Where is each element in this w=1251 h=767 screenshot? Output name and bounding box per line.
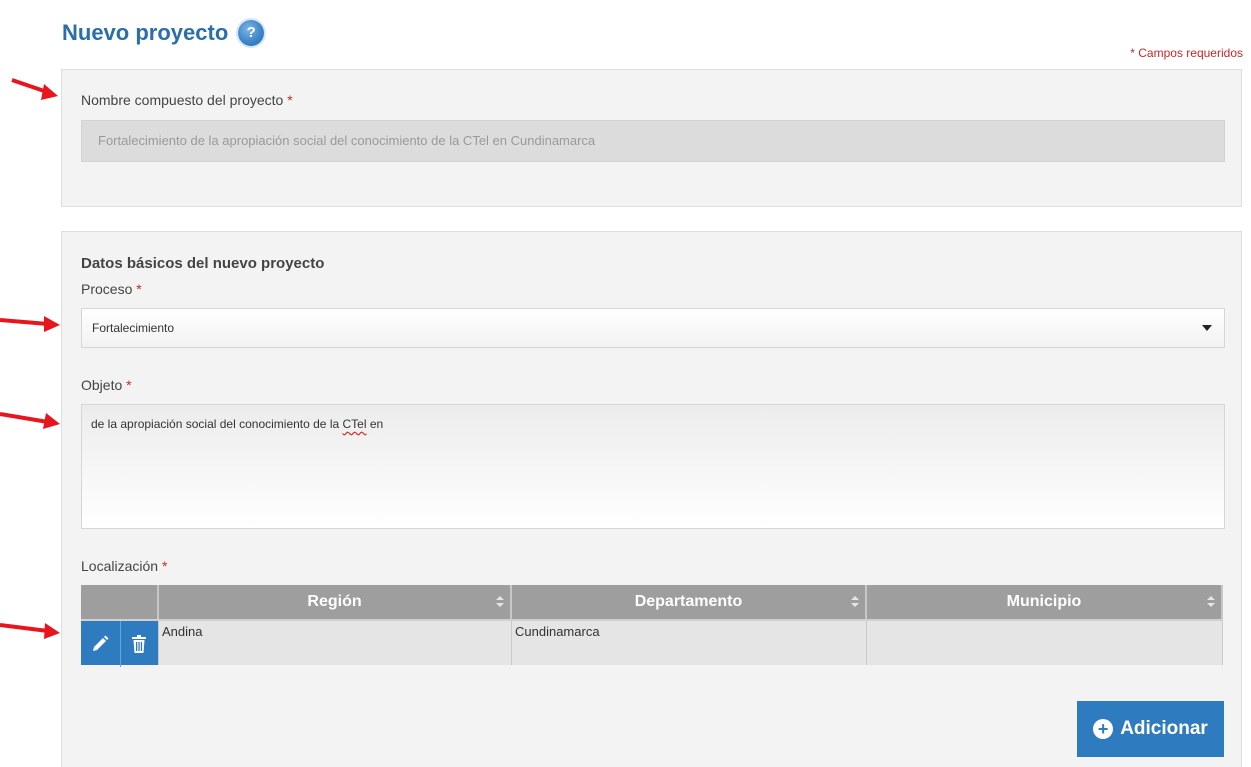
sort-icon[interactable]	[496, 596, 504, 608]
add-location-button[interactable]: + Adicionar	[1077, 701, 1224, 757]
proceso-selected-value: Fortalecimiento	[92, 321, 175, 335]
objeto-text-misspelled: CTel	[342, 417, 367, 431]
column-header-label: Departamento	[634, 593, 743, 610]
column-header-label: Región	[307, 593, 362, 610]
required-mark: *	[136, 281, 142, 297]
column-header-region[interactable]: Región	[159, 585, 512, 619]
table-row: Andina Cundinamarca	[81, 619, 1223, 667]
annotation-arrow-icon	[0, 618, 62, 639]
localizacion-grid: Región Departamento Municipio Andina Cun…	[81, 585, 1223, 667]
column-header-label: Municipio	[1006, 593, 1082, 610]
localizacion-label-text: Localización	[81, 558, 159, 574]
edit-button[interactable]	[81, 621, 120, 667]
pencil-icon	[93, 635, 109, 651]
cell-departamento: Cundinamarca	[512, 621, 867, 665]
objeto-label-text: Objeto	[81, 377, 123, 393]
localizacion-label: Localización *	[81, 558, 167, 574]
column-header-departamento[interactable]: Departamento	[512, 585, 867, 619]
add-button-label: Adicionar	[1120, 718, 1208, 739]
page-title: Nuevo proyecto ?	[62, 20, 265, 46]
annotation-arrow-icon	[0, 312, 62, 332]
question-circle-icon[interactable]: ?	[238, 20, 265, 46]
cell-municipio	[867, 621, 1223, 665]
cell-region: Andina	[159, 621, 512, 665]
trash-icon	[132, 635, 147, 653]
page-title-text: Nuevo proyecto	[62, 20, 229, 45]
row-actions	[81, 621, 159, 667]
required-mark: *	[287, 92, 293, 108]
required-mark: *	[161, 558, 168, 574]
plus-circle-icon: +	[1093, 719, 1114, 739]
proceso-label: Proceso *	[81, 281, 142, 297]
project-name-field: Fortalecimiento de la apropiación social…	[81, 120, 1225, 162]
annotation-arrow-icon	[0, 408, 62, 429]
sort-icon[interactable]	[1207, 596, 1215, 608]
section-title: Datos básicos del nuevo proyecto	[81, 255, 325, 272]
column-header-municipio[interactable]: Municipio	[867, 585, 1223, 619]
project-name-label: Nombre compuesto del proyecto *	[81, 92, 293, 108]
sort-icon[interactable]	[851, 596, 859, 608]
project-name-panel: Nombre compuesto del proyecto * Fortalec…	[61, 69, 1242, 207]
delete-button[interactable]	[119, 621, 159, 667]
required-fields-note: * Campos requeridos	[1130, 46, 1243, 60]
objeto-textarea[interactable]: de la apropiación social del conocimient…	[81, 404, 1225, 529]
required-mark: *	[126, 377, 132, 393]
annotation-arrow-icon	[10, 76, 60, 100]
proceso-label-text: Proceso	[81, 281, 133, 297]
objeto-text-after: en	[366, 417, 384, 431]
project-name-label-text: Nombre compuesto del proyecto	[81, 92, 284, 108]
grid-header: Región Departamento Municipio	[81, 585, 1223, 619]
proceso-select[interactable]: Fortalecimiento	[81, 308, 1225, 348]
actions-column-header	[81, 585, 159, 619]
basic-data-panel: Datos básicos del nuevo proyecto Proceso…	[61, 231, 1242, 767]
caret-down-icon	[1202, 325, 1212, 331]
objeto-text-before: de la apropiación social del conocimient…	[91, 417, 343, 431]
objeto-label: Objeto *	[81, 377, 132, 393]
